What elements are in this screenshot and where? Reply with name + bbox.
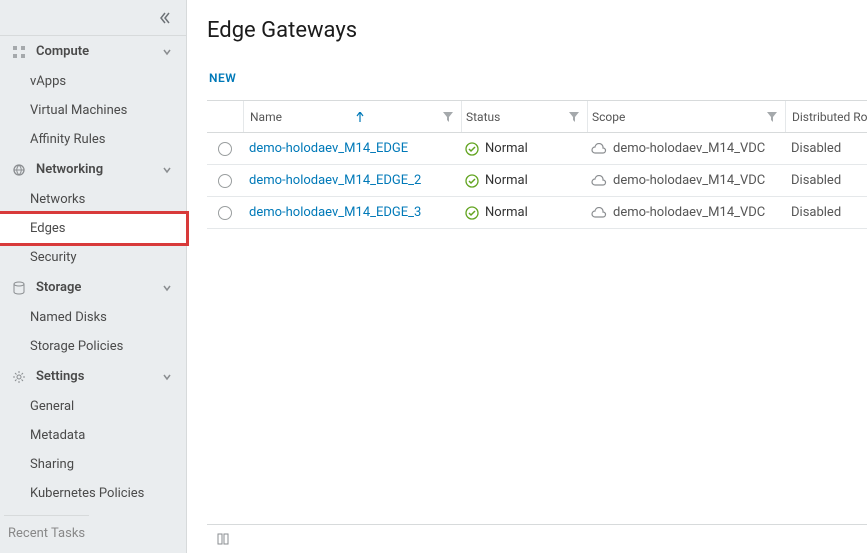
nav-section-storage[interactable]: Storage <box>0 272 186 303</box>
edge-name-link[interactable]: demo-holodaev_M14_EDGE_2 <box>249 173 421 188</box>
filter-icon[interactable] <box>443 112 453 122</box>
cloud-icon <box>591 207 607 219</box>
columns-toggle-icon[interactable] <box>217 533 857 545</box>
column-header-routing-label: Distributed Routing <box>792 110 867 124</box>
nav-item-named-disks[interactable]: Named Disks <box>0 303 186 332</box>
column-header-scope[interactable]: Scope <box>587 101 785 132</box>
table-row: demo-holodaev_M14_EDGE_2 Normal demo-holod… <box>207 165 867 197</box>
column-header-select <box>207 101 243 132</box>
edge-name-link[interactable]: demo-holodaev_M14_EDGE_3 <box>249 205 421 220</box>
scope-label: demo-holodaev_M14_VDC <box>613 173 765 188</box>
section-icon <box>12 370 28 384</box>
nav-section-label: Storage <box>36 280 81 295</box>
scope-cell: demo-holodaev_M14_VDC <box>591 205 765 220</box>
nav-section-label: Settings <box>36 369 84 384</box>
scope-label: demo-holodaev_M14_VDC <box>613 141 765 156</box>
chevron-down-icon <box>162 47 172 57</box>
nav-item-affinity-rules[interactable]: Affinity Rules <box>0 125 186 154</box>
table-row: demo-holodaev_M14_EDGE Normal demo-holodae… <box>207 133 867 165</box>
status-ok-icon <box>465 142 479 156</box>
nav: Compute vAppsVirtual MachinesAffinity Rul… <box>0 36 186 508</box>
row-select-radio[interactable] <box>218 174 232 188</box>
sidebar-collapse-button[interactable] <box>0 0 186 36</box>
nav-item-general[interactable]: General <box>0 392 186 421</box>
nav-item-virtual-machines[interactable]: Virtual Machines <box>0 96 186 125</box>
column-header-name[interactable]: Name <box>243 101 461 132</box>
main-content: Edge Gateways NEW Name Status <box>187 0 867 553</box>
page-title: Edge Gateways <box>207 18 867 43</box>
status-ok-icon <box>465 206 479 220</box>
column-header-scope-label: Scope <box>592 110 625 124</box>
nav-section-networking[interactable]: Networking <box>0 154 186 185</box>
column-header-name-label: Name <box>250 110 282 124</box>
nav-item-storage-policies[interactable]: Storage Policies <box>0 332 186 361</box>
section-icon <box>12 163 28 177</box>
nav-item-networks[interactable]: Networks <box>0 185 186 214</box>
cloud-icon <box>591 175 607 187</box>
edge-name-link[interactable]: demo-holodaev_M14_EDGE <box>249 141 408 156</box>
status-cell: Normal <box>465 205 528 220</box>
scope-cell: demo-holodaev_M14_VDC <box>591 141 765 156</box>
collapse-icon <box>158 11 172 25</box>
chevron-down-icon <box>162 165 172 175</box>
sidebar: Compute vAppsVirtual MachinesAffinity Rul… <box>0 0 187 553</box>
nav-item-metadata[interactable]: Metadata <box>0 421 186 450</box>
nav-item-kubernetes-policies[interactable]: Kubernetes Policies <box>0 479 186 508</box>
table-row: demo-holodaev_M14_EDGE_3 Normal demo-holod… <box>207 197 867 229</box>
sort-asc-icon <box>356 112 364 122</box>
nav-section-label: Compute <box>36 44 89 59</box>
grid-header: Name Status Scope <box>207 101 867 133</box>
filter-icon[interactable] <box>569 112 579 122</box>
recent-tasks-label: Recent Tasks <box>8 526 85 541</box>
grid-body: demo-holodaev_M14_EDGENormaldemo-holodae… <box>207 133 867 229</box>
scope-cell: demo-holodaev_M14_VDC <box>591 173 765 188</box>
nav-section-label: Networking <box>36 162 103 177</box>
chevron-down-icon <box>162 372 172 382</box>
column-header-status-label: Status <box>466 110 500 124</box>
cloud-icon <box>591 143 607 155</box>
column-header-status[interactable]: Status <box>461 101 587 132</box>
routing-label: Disabled <box>791 173 841 188</box>
nav-item-vapps[interactable]: vApps <box>0 67 186 96</box>
routing-label: Disabled <box>791 141 841 156</box>
grid-footer <box>207 524 867 553</box>
data-grid: Name Status Scope <box>207 100 867 229</box>
nav-section-settings[interactable]: Settings <box>0 361 186 392</box>
section-icon <box>12 45 28 59</box>
status-ok-icon <box>465 174 479 188</box>
nav-item-security[interactable]: Security <box>0 243 186 272</box>
status-label: Normal <box>485 141 528 156</box>
status-label: Normal <box>485 205 528 220</box>
chevron-down-icon <box>162 283 172 293</box>
status-label: Normal <box>485 173 528 188</box>
new-button[interactable]: NEW <box>209 71 236 85</box>
toolbar: NEW <box>207 71 867 100</box>
status-cell: Normal <box>465 141 528 156</box>
scope-label: demo-holodaev_M14_VDC <box>613 205 765 220</box>
recent-tasks[interactable]: Recent Tasks <box>4 515 89 551</box>
nav-item-edges[interactable]: Edges <box>0 214 186 243</box>
row-select-radio[interactable] <box>218 142 232 156</box>
column-header-routing[interactable]: Distributed Routing <box>785 101 867 132</box>
row-select-radio[interactable] <box>218 206 232 220</box>
nav-section-compute[interactable]: Compute <box>0 36 186 67</box>
status-cell: Normal <box>465 173 528 188</box>
routing-label: Disabled <box>791 205 841 220</box>
nav-item-sharing[interactable]: Sharing <box>0 450 186 479</box>
filter-icon[interactable] <box>767 112 777 122</box>
section-icon <box>12 281 28 295</box>
